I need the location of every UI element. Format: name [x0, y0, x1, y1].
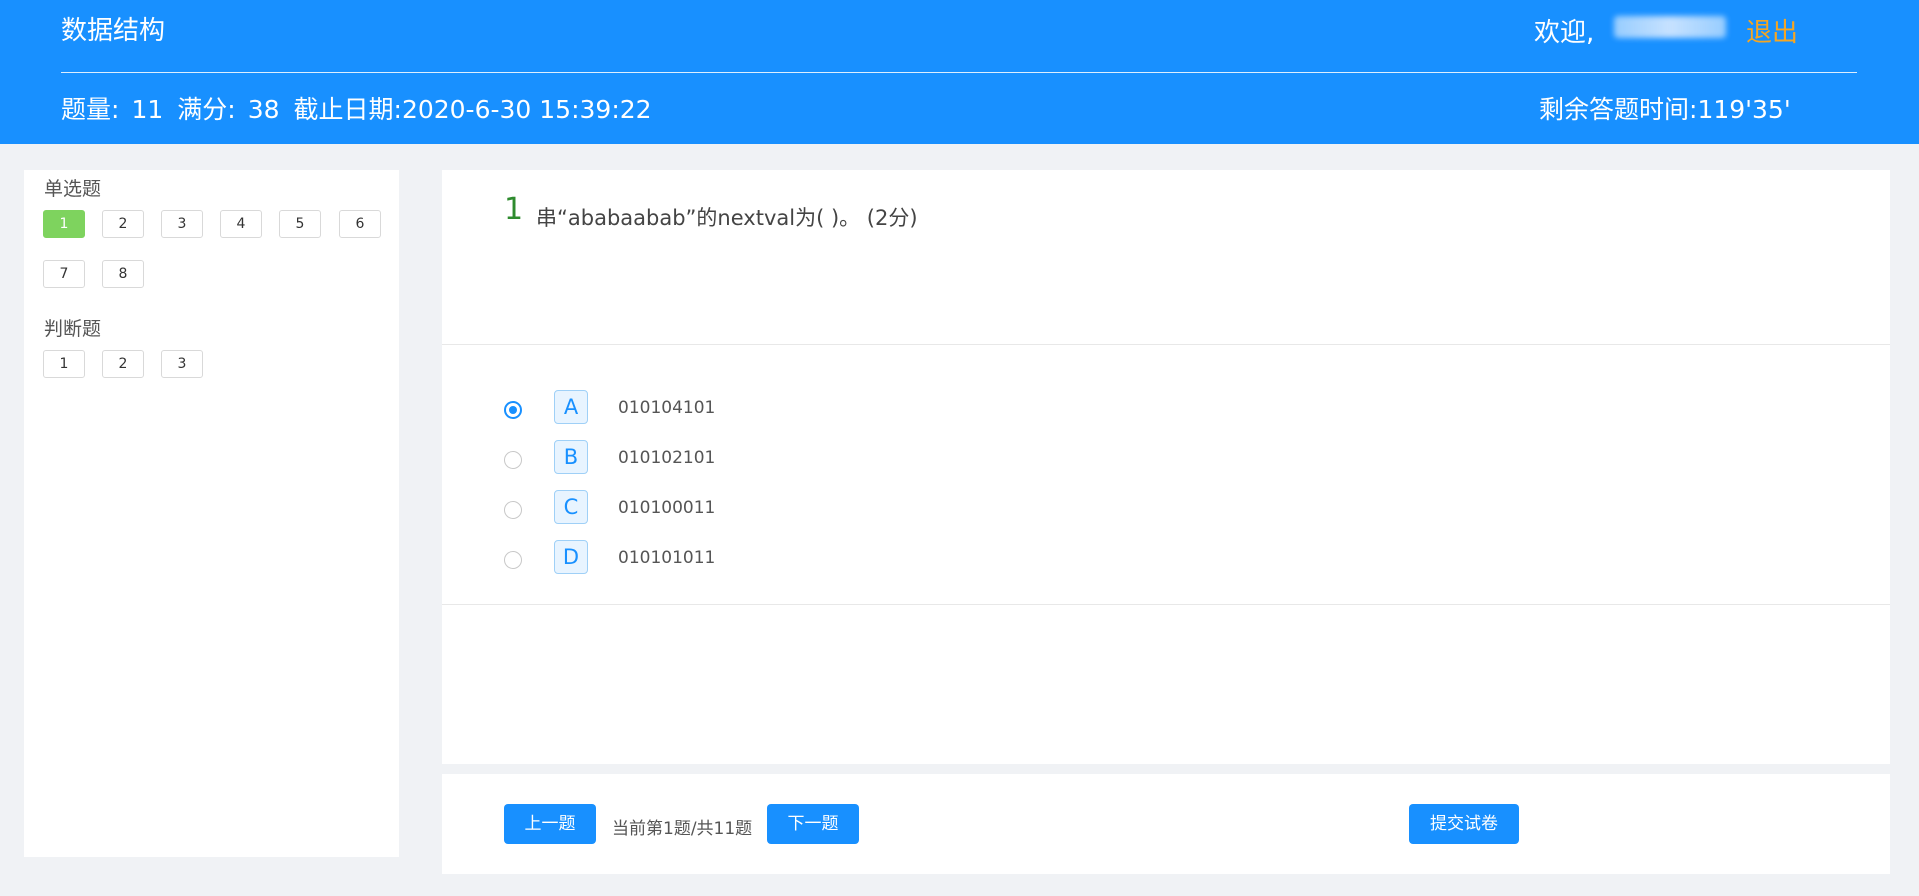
question-nav-tf-3[interactable]: 3 [161, 350, 203, 378]
remaining-time: 剩余答题时间:119'35' [1539, 90, 1791, 126]
question-count-label: 题量: [61, 95, 120, 124]
option-a-text: 010104101 [618, 398, 716, 418]
next-question-button[interactable]: 下一题 [767, 804, 859, 844]
section-label-true-false: 判断题 [44, 318, 102, 340]
full-score-label: 满分: [177, 95, 236, 124]
option-a-letter: A [554, 390, 588, 424]
question-nav-single-3[interactable]: 3 [161, 210, 203, 238]
option-d-radio[interactable] [504, 551, 522, 569]
option-d-text: 010101011 [618, 548, 716, 568]
question-nav-tf-1[interactable]: 1 [43, 350, 85, 378]
option-a-radio[interactable] [504, 401, 522, 419]
remaining-time-value: 119'35' [1697, 95, 1791, 124]
header-divider [61, 72, 1857, 73]
full-score: 38 [247, 95, 280, 124]
question-nav-tf-2[interactable]: 2 [102, 350, 144, 378]
option-d-letter: D [554, 540, 588, 574]
option-c[interactable]: C 010100011 [504, 490, 1104, 528]
submit-exam-button[interactable]: 提交试卷 [1409, 804, 1519, 844]
question-nav-single-5[interactable]: 5 [279, 210, 321, 238]
question-nav-single-4[interactable]: 4 [220, 210, 262, 238]
question-nav-sidebar: 单选题 1 2 3 4 5 6 7 8 判断题 1 2 3 [24, 170, 399, 857]
question-text: 串“ababaabab”的nextval为( )。 (2分) [536, 206, 918, 230]
exam-meta: 题量: 11 满分: 38 截止日期:2020-6-30 15:39:22 [61, 90, 652, 126]
option-a[interactable]: A 010104101 [504, 390, 1104, 428]
question-nav-single-8[interactable]: 8 [102, 260, 144, 288]
username-redacted [1614, 16, 1726, 38]
course-title: 数据结构 [61, 16, 166, 46]
footer-nav: 上一题 当前第1题/共11题 下一题 提交试卷 [442, 774, 1890, 874]
question-count: 11 [131, 95, 164, 124]
question-nav-single-1[interactable]: 1 [43, 210, 85, 238]
page-info: 当前第1题/共11题 [612, 819, 753, 839]
question-number: 1 [504, 192, 524, 227]
option-b-text: 010102101 [618, 448, 716, 468]
option-b[interactable]: B 010102101 [504, 440, 1104, 478]
logout-link[interactable]: 退出 [1746, 12, 1798, 49]
option-c-radio[interactable] [504, 501, 522, 519]
question-nav-single-6[interactable]: 6 [339, 210, 381, 238]
remaining-time-label: 剩余答题时间: [1539, 95, 1698, 124]
header-bar: 数据结构 欢迎, 退出 题量: 11 满分: 38 截止日期:2020-6-30 15:… [0, 0, 1919, 144]
question-nav-single-2[interactable]: 2 [102, 210, 144, 238]
deadline-label: 截止日期: [293, 95, 402, 124]
question-divider [442, 344, 1890, 345]
welcome-label: 欢迎, [1534, 18, 1595, 48]
option-d[interactable]: D 010101011 [504, 540, 1104, 578]
prev-question-button[interactable]: 上一题 [504, 804, 596, 844]
option-c-letter: C [554, 490, 588, 524]
question-nav-single-7[interactable]: 7 [43, 260, 85, 288]
section-label-single-choice: 单选题 [44, 178, 102, 200]
question-card: 1 串“ababaabab”的nextval为( )。 (2分) A 01010… [442, 170, 1890, 764]
option-b-radio[interactable] [504, 451, 522, 469]
option-c-text: 010100011 [618, 498, 716, 518]
deadline: 2020-6-30 15:39:22 [401, 95, 652, 124]
option-b-letter: B [554, 440, 588, 474]
options-divider [442, 604, 1890, 605]
